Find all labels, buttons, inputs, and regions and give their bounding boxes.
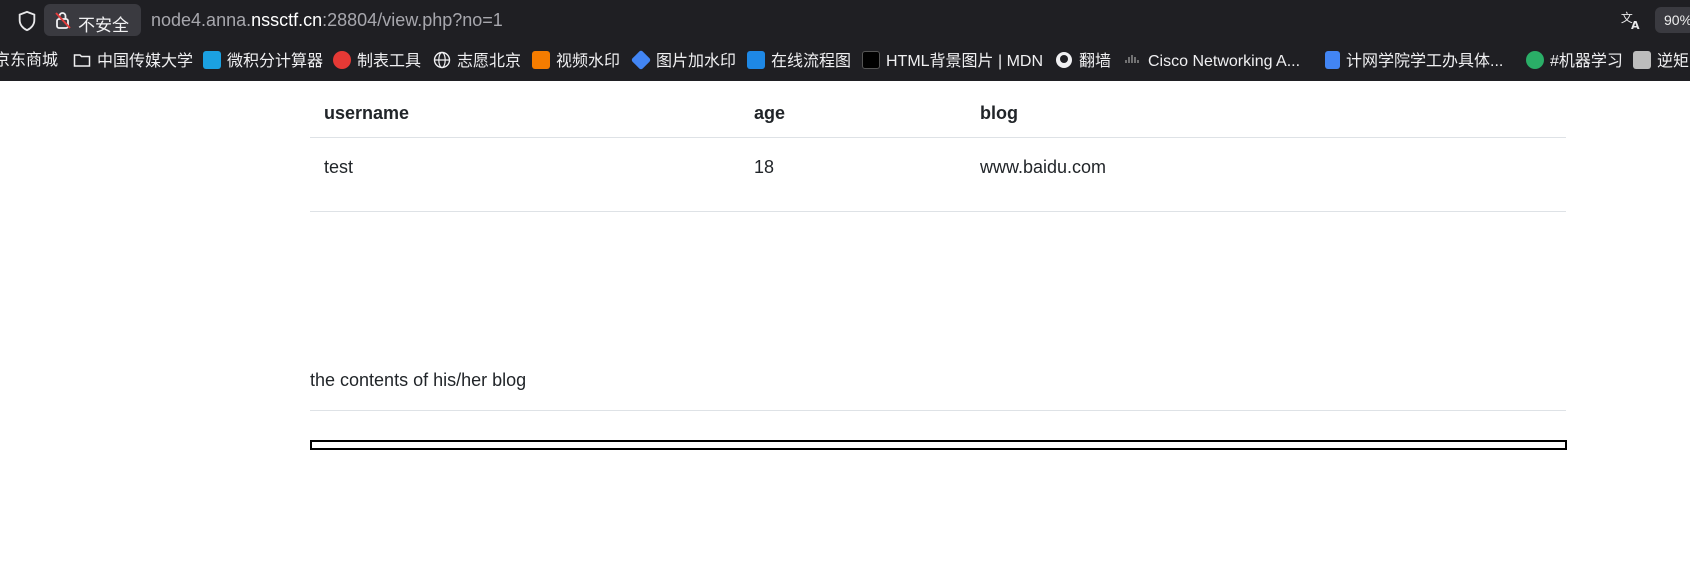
url-prefix: node4.anna. xyxy=(151,10,252,30)
bookmark-label: Cisco Networking A... xyxy=(1148,53,1301,70)
bookmark-label: 微积分计算器 xyxy=(227,53,324,70)
flowchart-icon xyxy=(747,51,765,69)
bookmark-label: 制表工具 xyxy=(357,53,422,70)
bookmark-github[interactable]: 翻墙 xyxy=(1055,51,1111,71)
github-icon xyxy=(1056,52,1072,68)
bookmark-school-doc[interactable]: 计网学院学工办具体... xyxy=(1325,51,1503,71)
row-divider xyxy=(310,211,1566,212)
header-username: username xyxy=(324,103,410,123)
bookmark-label: 逆矩 xyxy=(1657,53,1690,70)
folder-icon xyxy=(73,54,91,67)
insecure-lock-icon xyxy=(55,12,71,29)
bookmark-volunteer[interactable]: 志愿北京 xyxy=(433,51,521,71)
bookmark-label: 中国传媒大学 xyxy=(97,53,194,70)
address-bar: 不安全 node4.anna.nssctf.cn:28804/view.php?… xyxy=(0,0,1690,40)
wechat-icon xyxy=(1526,51,1544,69)
zoom-indicator[interactable]: 90% xyxy=(1655,7,1690,33)
image-watermark-icon xyxy=(630,49,652,71)
bookmark-flowchart[interactable]: 在线流程图 xyxy=(747,51,851,71)
shield-icon[interactable] xyxy=(16,10,38,32)
bookmark-label: 计网学院学工办具体... xyxy=(1346,53,1504,70)
cell-username: test xyxy=(324,157,354,177)
bookmark-video-watermark[interactable]: 视频水印 xyxy=(532,51,620,71)
bookmark-mdn[interactable]: HTML背景图片 | MDN xyxy=(862,51,1043,71)
calculator-icon xyxy=(203,51,221,69)
bookmark-image-watermark[interactable]: 图片加水印 xyxy=(630,49,737,71)
blog-content-frame[interactable] xyxy=(310,440,1567,450)
url-host: nssctf.cn xyxy=(251,10,323,30)
url-field[interactable]: node4.anna.nssctf.cn:28804/view.php?no=1 xyxy=(151,10,503,31)
bookmark-label: 翻墙 xyxy=(1079,53,1112,70)
header-age: age xyxy=(754,103,786,123)
bookmark-machine-learning[interactable]: #机器学习 xyxy=(1526,51,1623,71)
mdn-icon xyxy=(862,51,880,69)
blog-contents-caption: the contents of his/her blog xyxy=(310,370,527,390)
cisco-icon xyxy=(1125,55,1139,63)
bookmark-label: 视频水印 xyxy=(556,53,621,70)
bookmarks-bar: 京东商城 中国传媒大学 微积分计算器 制表工具 志愿北京 视频水印 图片加水印 … xyxy=(0,40,1690,81)
r-icon xyxy=(1633,51,1651,69)
bookmark-label: HTML背景图片 | MDN xyxy=(886,53,1044,70)
bookmark-calculus[interactable]: 微积分计算器 xyxy=(203,51,323,71)
bookmark-label: 图片加水印 xyxy=(656,53,737,70)
header-divider xyxy=(310,137,1566,138)
globe-icon xyxy=(433,51,451,69)
bookmark-jd[interactable]: 京东商城 xyxy=(0,51,58,71)
bookmark-table-tool[interactable]: 制表工具 xyxy=(333,51,421,71)
translate-icon[interactable]: 文 A xyxy=(1620,9,1642,31)
svg-text:A: A xyxy=(1631,19,1640,31)
video-watermark-icon xyxy=(532,51,550,69)
bookmark-label: 京东商城 xyxy=(0,52,59,69)
url-suffix: :28804/view.php?no=1 xyxy=(322,10,503,30)
site-info-button[interactable]: 不安全 xyxy=(44,4,141,36)
table-tool-icon xyxy=(333,51,351,69)
bookmark-inverse-matrix[interactable]: 逆矩 xyxy=(1633,51,1689,71)
caption-divider xyxy=(310,410,1566,411)
cell-age: 18 xyxy=(754,157,775,177)
doc-icon xyxy=(1325,51,1340,69)
bookmark-label: #机器学习 xyxy=(1550,53,1623,70)
bookmark-cisco[interactable]: Cisco Networking A... xyxy=(1124,51,1300,71)
bookmark-cuc[interactable]: 中国传媒大学 xyxy=(73,51,193,71)
header-blog: blog xyxy=(980,103,1018,123)
insecure-label: 不安全 xyxy=(78,16,129,35)
bookmark-label: 在线流程图 xyxy=(771,53,852,70)
bookmark-label: 志愿北京 xyxy=(457,53,522,70)
cell-blog: www.baidu.com xyxy=(980,157,1107,177)
